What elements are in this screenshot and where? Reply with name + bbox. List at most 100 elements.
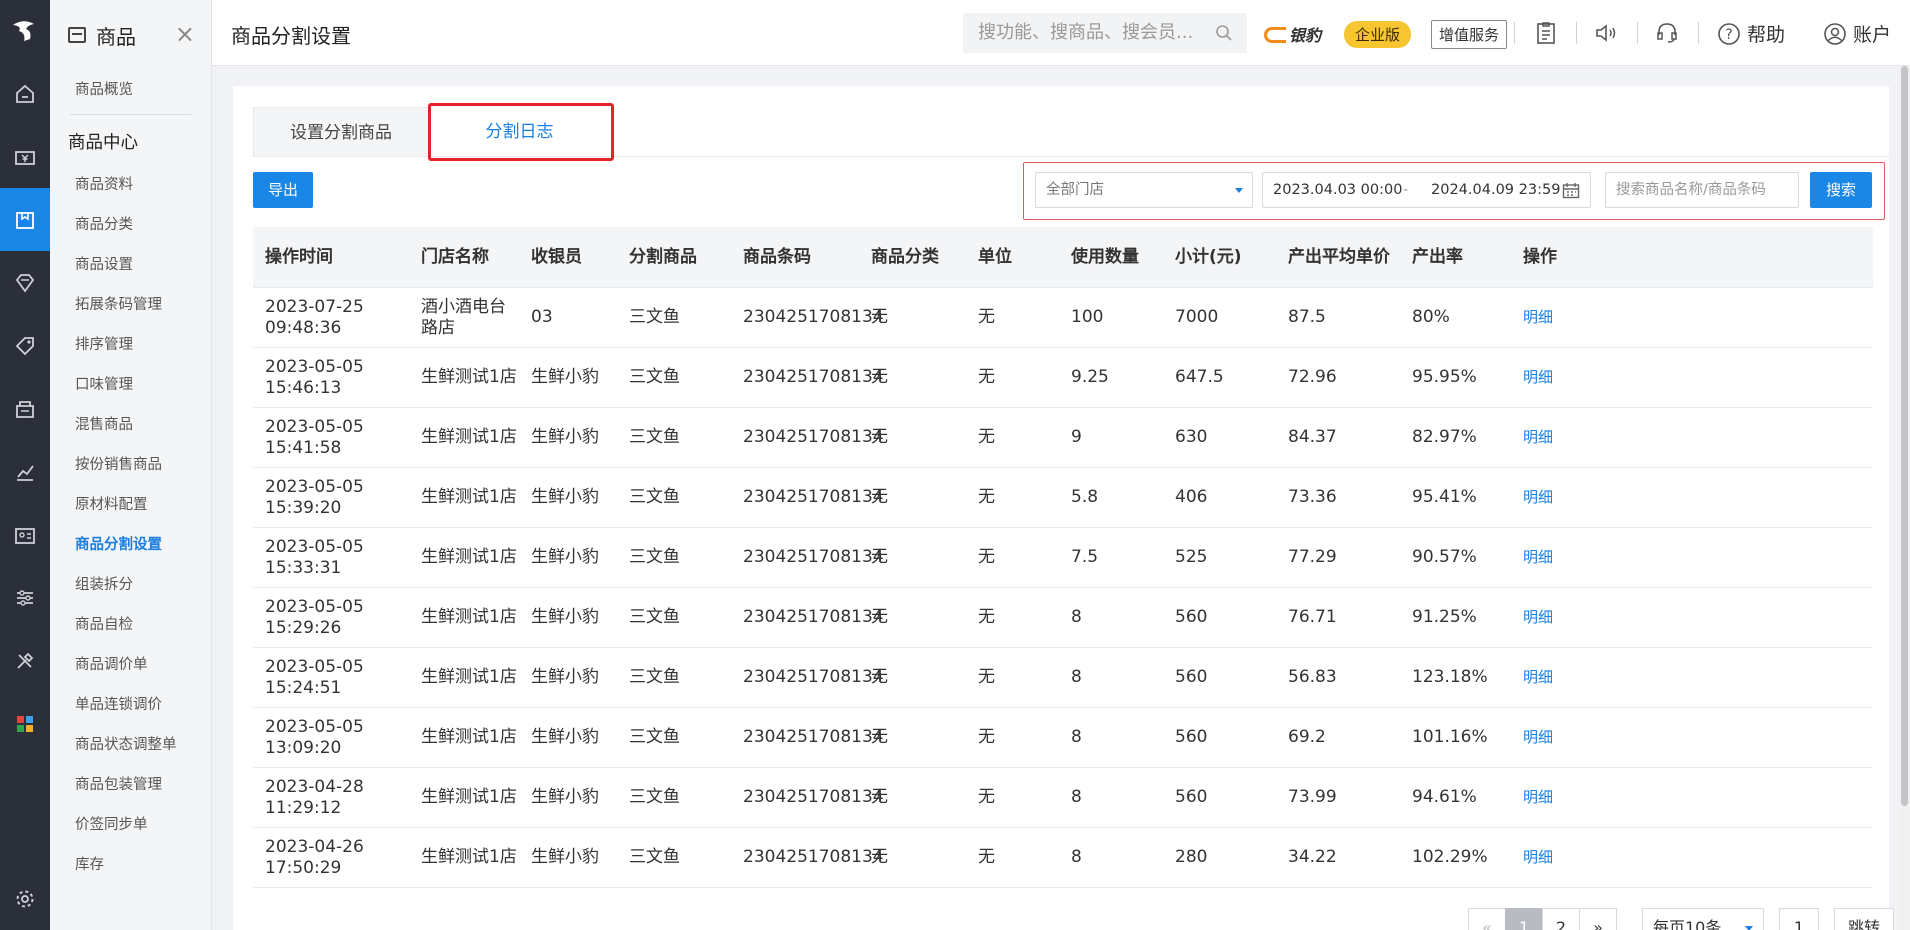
cell-subtotal: 560	[1175, 667, 1208, 687]
table-row: 2023-05-05 15:33:31 生鲜测试1店 生鲜小豹 三文鱼 230425170…	[253, 528, 1873, 588]
detail-link[interactable]: 明细	[1523, 288, 1553, 347]
store-select-value: 全部门店	[1046, 182, 1104, 198]
tab-log[interactable]: 分割日志	[429, 107, 610, 157]
product-icon[interactable]	[0, 188, 50, 251]
home-icon[interactable]	[0, 62, 50, 125]
cell-qty: 8	[1071, 667, 1082, 687]
cell-yield: 91.25%	[1412, 607, 1477, 627]
detail-link[interactable]: 明细	[1523, 588, 1553, 647]
detail-link[interactable]: 明细	[1523, 708, 1553, 767]
app-logo[interactable]	[0, 0, 50, 62]
sidebar-item[interactable]: 按份销售商品	[50, 445, 211, 485]
tab-setup[interactable]: 设置分割商品	[253, 107, 429, 157]
keyword-search-input[interactable]: 搜索商品名称/商品条码	[1605, 172, 1799, 208]
sidebar-item[interactable]: 商品包装管理	[50, 765, 211, 805]
cell-avg-price: 77.29	[1288, 547, 1337, 567]
member-card-icon[interactable]	[0, 503, 50, 566]
chart-icon[interactable]	[0, 440, 50, 503]
help-link[interactable]: ? 帮助	[1717, 20, 1785, 47]
prev-page-button[interactable]: «	[1468, 908, 1506, 930]
detail-link[interactable]: 明细	[1523, 528, 1553, 587]
close-icon[interactable]: ×	[175, 22, 195, 46]
sidebar-item[interactable]: 商品自检	[50, 605, 211, 645]
sidebar-item[interactable]: 商品分割设置	[50, 525, 211, 565]
account-link[interactable]: 账户	[1823, 20, 1891, 47]
export-button[interactable]: 导出	[253, 172, 313, 208]
vertical-scrollbar[interactable]	[1899, 66, 1910, 930]
tools-icon[interactable]	[0, 629, 50, 692]
settings-sliders-icon[interactable]	[0, 566, 50, 629]
page-size-select[interactable]: 每页10条	[1642, 908, 1764, 930]
date-end[interactable]: 2024.04.09 23:59	[1431, 173, 1560, 207]
detail-link[interactable]: 明细	[1523, 408, 1553, 467]
sidebar-item[interactable]: 商品调价单	[50, 645, 211, 685]
cell-date: 2023-04-26	[265, 836, 364, 857]
cell-qty: 9.25	[1071, 367, 1109, 387]
cell-clock: 15:39:20	[265, 497, 342, 518]
goto-page-input[interactable]: 1	[1779, 908, 1819, 930]
cell-clock: 09:48:36	[265, 317, 342, 338]
sidebar-item[interactable]: 单品连锁调价	[50, 685, 211, 725]
cell-yield: 90.57%	[1412, 547, 1477, 567]
table-header-row: 操作时间 门店名称 收银员 分割商品 商品条码 商品分类 单位 使用数量 小计(元) 产出平均单价…	[253, 227, 1873, 288]
sidebar-item[interactable]: 组装拆分	[50, 565, 211, 605]
sidebar-item[interactable]: 拓展条码管理	[50, 285, 211, 325]
sidebar-item[interactable]: 商品状态调整单	[50, 725, 211, 765]
diamond-icon[interactable]	[0, 251, 50, 314]
table-row: 2023-07-25 09:48:36 酒小酒电台路店 03 三文鱼 2304251708…	[253, 288, 1873, 348]
cashier-icon[interactable]	[0, 125, 50, 188]
gear-icon[interactable]	[0, 868, 50, 930]
sidebar-item[interactable]: 原材料配置	[50, 485, 211, 525]
jump-button[interactable]: 跳转	[1834, 908, 1894, 930]
cell-cashier: 生鲜小豹	[531, 607, 599, 627]
cell-yield: 94.61%	[1412, 787, 1477, 807]
global-search-input[interactable]: 搜功能、搜商品、搜会员...	[963, 13, 1247, 53]
sidebar-item[interactable]: 商品分类	[50, 205, 211, 245]
cell-category: 无	[871, 667, 888, 687]
date-start[interactable]: 2023.04.03 00:00	[1273, 173, 1402, 207]
value-added-button[interactable]: 增值服务	[1431, 20, 1508, 49]
detail-link[interactable]: 明细	[1523, 648, 1553, 707]
scrollbar-thumb[interactable]	[1901, 66, 1908, 806]
tab-underline	[253, 156, 1889, 157]
headset-icon[interactable]	[1655, 21, 1679, 45]
sidebar-item-overview[interactable]: 商品概览	[50, 70, 211, 110]
tag-icon[interactable]	[0, 314, 50, 377]
cell-subtotal: 630	[1175, 427, 1208, 447]
edition-badge[interactable]: 企业版	[1344, 21, 1412, 48]
date-range-picker[interactable]: 2023.04.03 00:00 - 2024.04.09 23:59	[1262, 172, 1591, 208]
sidebar-item[interactable]: 价签同步单	[50, 805, 211, 845]
sidebar-group-title: 商品中心	[68, 133, 138, 153]
store-select[interactable]: 全部门店	[1035, 172, 1253, 208]
sidebar-item[interactable]: 口味管理	[50, 365, 211, 405]
sidebar-item[interactable]: 排序管理	[50, 325, 211, 365]
page-2-button[interactable]: 2	[1542, 908, 1580, 930]
search-button[interactable]: 搜索	[1810, 172, 1872, 208]
page-1-button[interactable]: 1	[1505, 908, 1543, 930]
sidebar: 商品 × 商品概览 商品中心 商品资料 商品分类 商品设置 拓展条码管理 排序管理 口味管…	[50, 0, 212, 930]
sidebar-item[interactable]: 混售商品	[50, 405, 211, 445]
detail-link[interactable]: 明细	[1523, 768, 1553, 827]
detail-link[interactable]: 明细	[1523, 828, 1553, 887]
user-icon	[1824, 22, 1846, 45]
sidebar-header: 商品 ×	[50, 0, 211, 70]
cell-subtotal: 280	[1175, 847, 1208, 867]
detail-link[interactable]: 明细	[1523, 468, 1553, 527]
sidebar-item[interactable]: 商品资料	[50, 165, 211, 205]
store-icon[interactable]	[0, 377, 50, 440]
sidebar-item[interactable]: 商品设置	[50, 245, 211, 285]
product-box-icon	[68, 27, 86, 43]
next-page-button[interactable]: »	[1579, 908, 1617, 930]
speaker-icon[interactable]	[1594, 21, 1620, 45]
cell-time: 2023-05-05 13:09:20	[265, 708, 405, 767]
sidebar-item[interactable]: 库存	[50, 845, 211, 885]
search-icon[interactable]	[1215, 24, 1233, 42]
help-icon: ?	[1718, 22, 1740, 45]
calendar-icon[interactable]	[1562, 182, 1580, 199]
cell-qty: 8	[1071, 727, 1082, 747]
cell-date: 2023-05-05	[265, 476, 364, 497]
svg-text:?: ?	[1725, 27, 1732, 43]
apps-icon[interactable]	[0, 692, 50, 755]
detail-link[interactable]: 明细	[1523, 348, 1553, 407]
clipboard-icon[interactable]	[1535, 21, 1557, 45]
